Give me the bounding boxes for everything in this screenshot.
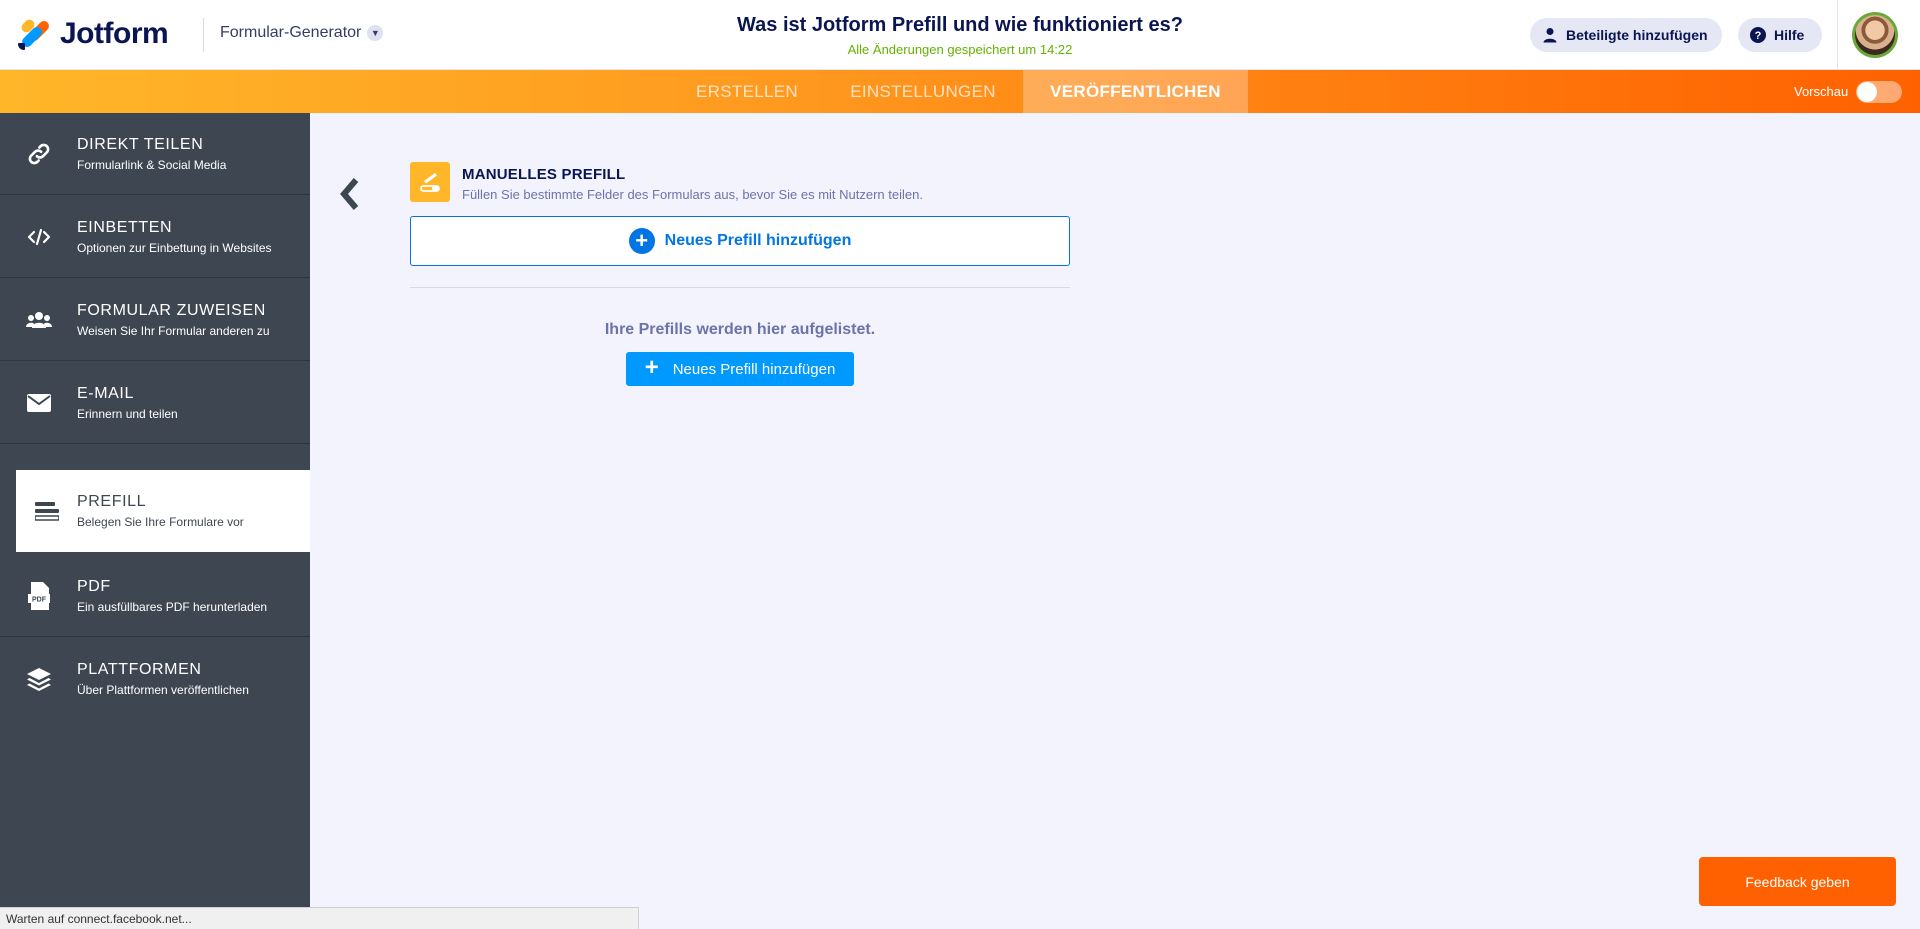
panel-title: MANUELLES PREFILL [462, 166, 626, 183]
users-icon [0, 310, 77, 330]
add-prefill-outline-label: Neues Prefill hinzufügen [664, 232, 852, 249]
sidebar-item-e-mail[interactable]: E-MAIL Erinnern und teilen [0, 362, 310, 444]
content-divider [410, 287, 1070, 288]
sidebar-item-title: PLATTFORMEN [77, 661, 202, 678]
tab-veroeffentlichen[interactable]: VERÖFFENTLICHEN [1023, 70, 1248, 113]
empty-state-message: Ihre Prefills werden hier aufgelistet. [604, 321, 876, 338]
avatar-divider [1837, 0, 1838, 70]
prefill-icon [16, 501, 77, 521]
feedback-button[interactable]: Feedback geben [1699, 857, 1896, 906]
sidebar-item-title: EINBETTEN [77, 218, 173, 236]
svg-text:?: ? [1755, 30, 1762, 42]
chevron-down-icon: ▼ [367, 25, 384, 41]
help-button[interactable]: ? Hilfe [1738, 18, 1822, 52]
help-icon: ? [1750, 27, 1766, 43]
sidebar-item-plattformen[interactable]: PLATTFORMEN Über Plattformen veröffentli… [0, 638, 310, 720]
sidebar-item-subtitle: Über Plattformen veröffentlichen [77, 683, 249, 697]
layers-icon [0, 666, 77, 692]
invite-collaborators-button[interactable]: Beteiligte hinzufügen [1530, 18, 1722, 52]
sidebar-item-subtitle: Erinnern und teilen [77, 406, 178, 421]
sidebar-item-title: DIREKT TEILEN [77, 135, 204, 153]
user-avatar[interactable] [1852, 12, 1898, 58]
sidebar-item-title: FORMULAR ZUWEISEN [77, 301, 266, 319]
sidebar-item-subtitle: Optionen zur Einbettung in Websites [77, 240, 272, 255]
tab-einstellungen[interactable]: EINSTELLUNGEN [840, 70, 1006, 113]
preview-label: Vorschau [1794, 84, 1849, 99]
browser-status-bar: Warten auf connect.facebook.net... [0, 907, 639, 929]
builder-dropdown[interactable]: Formular-Generator ▼ [220, 24, 384, 42]
sidebar-item-formular-zuweisen[interactable]: FORMULAR ZUWEISEN Weisen Sie Ihr Formula… [0, 279, 310, 361]
sidebar-item-title: PDF [77, 577, 111, 595]
panel-subtitle: Füllen Sie bestimmte Felder des Formular… [462, 187, 923, 202]
preview-toggle[interactable] [1856, 81, 1902, 103]
plus-icon: + [644, 354, 659, 381]
back-button[interactable] [336, 176, 362, 212]
sidebar-item-title: E-MAIL [77, 384, 134, 402]
jotform-logo-icon [18, 17, 52, 50]
sidebar-item-subtitle: Weisen Sie Ihr Formular anderen zu [77, 323, 270, 338]
sidebar-item-title: PREFILL [77, 493, 147, 510]
logo-text: Jotform [60, 17, 169, 50]
pdf-icon: PDF [0, 581, 77, 610]
add-prefill-button[interactable]: + Neues Prefill hinzufügen [626, 352, 854, 386]
header-divider [203, 18, 204, 52]
preview-toggle-knob [1857, 82, 1877, 102]
manual-prefill-icon [410, 162, 450, 202]
sidebar-item-prefill[interactable]: PREFILL Belegen Sie Ihre Formulare vor [16, 470, 310, 552]
user-icon [1543, 28, 1557, 43]
help-label: Hilfe [1774, 27, 1805, 43]
sidebar-item-direkt-teilen[interactable]: DIREKT TEILEN Formularlink & Social Medi… [0, 113, 310, 195]
app-header: Jotform Formular-Generator ▼ Was ist Jot… [0, 0, 1920, 70]
sidebar-item-subtitle: Belegen Sie Ihre Formulare vor [77, 515, 244, 529]
jotform-logo[interactable]: Jotform [18, 17, 169, 51]
avatar-image [1855, 15, 1895, 55]
add-prefill-outline-button[interactable]: + Neues Prefill hinzufügen [410, 216, 1070, 266]
chevron-left-icon [340, 178, 359, 210]
link-icon [0, 141, 77, 167]
add-prefill-label: Neues Prefill hinzufügen [672, 360, 836, 378]
invite-collaborators-label: Beteiligte hinzufügen [1566, 27, 1708, 43]
publish-sidebar: DIREKT TEILEN Formularlink & Social Medi… [0, 113, 310, 929]
builder-dropdown-label: Formular-Generator [220, 24, 362, 41]
sidebar-item-subtitle: Ein ausfüllbares PDF herunterladen [77, 599, 268, 614]
sidebar-item-pdf[interactable]: PDF PDF Ein ausfüllbares PDF herunterlad… [0, 555, 310, 637]
tab-erstellen[interactable]: ERSTELLEN [682, 70, 812, 113]
envelope-icon [0, 393, 77, 413]
plus-circle-icon: + [628, 228, 655, 254]
code-icon [0, 227, 77, 247]
sidebar-item-subtitle: Formularlink & Social Media [77, 157, 227, 172]
sidebar-item-einbetten[interactable]: EINBETTEN Optionen zur Einbettung in Web… [0, 196, 310, 278]
builder-navbar: ERSTELLEN EINSTELLUNGEN VERÖFFENTLICHEN [0, 70, 1920, 113]
svg-text:PDF: PDF [32, 596, 47, 603]
